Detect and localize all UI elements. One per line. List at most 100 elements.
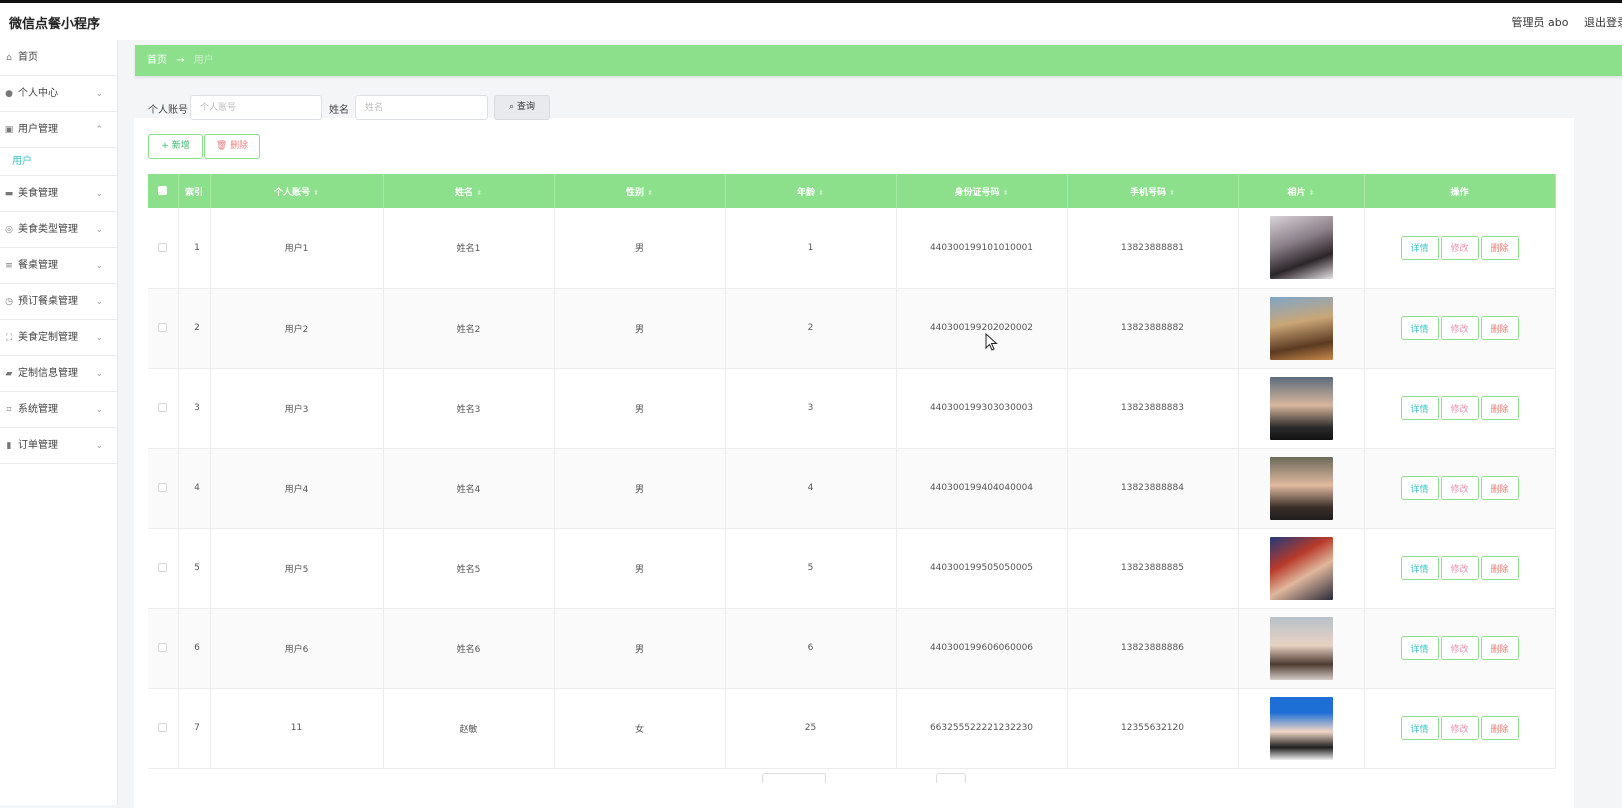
chat-icon: ▬	[4, 189, 14, 199]
column-header[interactable]: 年龄 ⬍	[725, 174, 897, 208]
edit-button[interactable]: 修改	[1440, 636, 1479, 660]
detail-button[interactable]: 详情	[1400, 316, 1439, 340]
row-checkbox[interactable]	[158, 483, 168, 492]
user-photo[interactable]	[1269, 536, 1333, 600]
row-checkbox[interactable]	[158, 403, 168, 412]
index-cell: 2	[178, 288, 211, 369]
account-search-input[interactable]	[190, 95, 322, 120]
detail-button[interactable]: 详情	[1400, 235, 1439, 260]
user-photo[interactable]	[1269, 456, 1333, 520]
detail-button[interactable]: 详情	[1400, 556, 1439, 580]
actions-cell: 详情 修改 删除	[1364, 208, 1556, 289]
sort-icon[interactable]: ⬍	[1169, 189, 1175, 197]
chevron-down-icon: ⌄	[95, 441, 103, 451]
bar-chart-icon: ▮	[6, 441, 12, 451]
sort-icon[interactable]: ⬍	[647, 189, 653, 197]
sidebar-item-tables[interactable]: ≡ 餐桌管理 ⌄	[0, 248, 117, 284]
delete-button[interactable]: 删除	[1480, 636, 1519, 660]
account-cell: 用户5	[210, 528, 384, 609]
sidebar-subitem-users[interactable]: 用户	[0, 148, 117, 176]
row-checkbox[interactable]	[158, 563, 168, 572]
sidebar-item-label: 订单管理	[18, 440, 58, 451]
sort-icon[interactable]: ⬍	[1003, 189, 1009, 197]
edit-button[interactable]: 修改	[1440, 316, 1479, 340]
column-header[interactable]: 相片 ⬍	[1238, 174, 1365, 208]
edit-button[interactable]: 修改	[1440, 396, 1479, 420]
column-header-label: 年龄	[797, 187, 816, 198]
edit-button[interactable]: 修改	[1440, 716, 1479, 740]
edit-button[interactable]: 修改	[1440, 476, 1479, 500]
user-photo[interactable]	[1269, 376, 1333, 440]
table-row: 6 用户6 姓名6 男 6 440300199606060006 13823888886 详情…	[148, 608, 1556, 689]
breadcrumb-home[interactable]: 首页	[147, 55, 167, 66]
delete-button[interactable]: 删除	[1480, 716, 1519, 740]
column-header[interactable]: 手机号码 ⬍	[1067, 174, 1239, 208]
delete-button[interactable]: 删除	[1480, 235, 1519, 260]
column-header[interactable]: 姓名 ⬍	[383, 174, 555, 208]
add-button[interactable]: + 新增	[148, 134, 203, 159]
detail-button[interactable]: 详情	[1400, 396, 1439, 420]
table-row: 2 用户2 姓名2 男 2 440300199202020002 13823888882 详情…	[148, 288, 1556, 369]
sort-icon[interactable]: ⬍	[818, 189, 824, 197]
user-photo[interactable]	[1269, 616, 1333, 680]
sidebar-item-custom-food[interactable]: ⛶ 美食定制管理 ⌄	[0, 320, 117, 356]
table-row: 7 11 赵敏女 25 663255522221232230 12355632120 详情修…	[148, 688, 1556, 769]
column-header[interactable]: 个人账号 ⬍	[210, 174, 384, 208]
page-size-select[interactable]	[762, 773, 826, 783]
batch-delete-button[interactable]: 🗑 删除	[204, 134, 260, 159]
table-row: 5 用户5 姓名5 男 5 440300199505050005 13823888885 详情…	[148, 528, 1556, 609]
sort-icon[interactable]: ⬍	[1309, 189, 1315, 197]
admin-user-label: 管理员 abo	[1511, 16, 1569, 29]
sidebar-item-reservations[interactable]: ◷ 预订餐桌管理 ⌄	[0, 284, 117, 320]
edit-button[interactable]: 修改	[1440, 556, 1479, 580]
column-header[interactable]: 性别 ⬍	[554, 174, 726, 208]
name-search-input[interactable]	[355, 95, 488, 120]
row-checkbox[interactable]	[158, 323, 168, 332]
sidebar-item-label: 系统管理	[18, 404, 58, 415]
id-card-cell: 440300199202020002	[896, 288, 1068, 369]
sidebar-item-profile[interactable]: ● 个人中心 ⌄	[0, 76, 117, 112]
query-button[interactable]: ⌕ 查询	[494, 95, 550, 120]
breadcrumb-current: 用户	[193, 55, 214, 66]
sort-icon[interactable]: ⬍	[476, 189, 482, 197]
sort-icon[interactable]: ⬍	[313, 189, 319, 197]
delete-button[interactable]: 删除	[1480, 556, 1519, 580]
column-header[interactable]: 身份证号码 ⬍	[896, 174, 1068, 208]
chevron-down-icon: ⌄	[95, 261, 103, 271]
sidebar-item-food-type[interactable]: ◎ 美食类型管理 ⌄	[0, 212, 117, 248]
user-photo[interactable]	[1269, 216, 1333, 280]
column-header-label: 性别	[626, 187, 645, 198]
row-checkbox[interactable]	[158, 242, 168, 252]
sidebar-item-label: 美食类型管理	[18, 224, 78, 235]
column-header-label: 操作	[1450, 187, 1469, 198]
sidebar-item-custom-info[interactable]: ▰ 定制信息管理 ⌄	[0, 356, 117, 392]
sidebar-item-system[interactable]: ⌗ 系统管理 ⌄	[0, 392, 117, 428]
delete-button[interactable]: 删除	[1480, 396, 1519, 420]
sidebar-item-food[interactable]: ▬ 美食管理 ⌄	[0, 176, 117, 212]
detail-button[interactable]: 详情	[1400, 636, 1439, 660]
detail-button[interactable]: 详情	[1400, 476, 1439, 500]
id-card-cell: 440300199606060006	[896, 608, 1068, 689]
sidebar-item-orders[interactable]: ▮ 订单管理 ⌄	[0, 428, 117, 464]
sidebar-item-label: 个人中心	[18, 88, 58, 99]
id-card-cell: 440300199505050005	[896, 528, 1068, 609]
phone-cell: 13823888881	[1067, 208, 1239, 289]
account-cell: 用户4	[210, 448, 384, 529]
page-jump-input[interactable]	[936, 773, 966, 783]
gender-cell: 女	[554, 688, 726, 769]
delete-button[interactable]: 删除	[1480, 316, 1519, 340]
sidebar-item-user-management[interactable]: ▣ 用户管理 ⌃	[0, 112, 117, 148]
app-title: 微信点餐小程序	[9, 17, 101, 32]
index-cell: 3	[178, 368, 211, 449]
edit-button[interactable]: 修改	[1440, 235, 1479, 260]
gender-cell: 男	[554, 528, 726, 609]
logout-link[interactable]: 退出登录	[1584, 16, 1622, 29]
row-checkbox[interactable]	[158, 643, 168, 652]
user-photo[interactable]	[1269, 296, 1333, 360]
user-photo[interactable]	[1269, 696, 1333, 760]
row-checkbox[interactable]	[158, 723, 168, 732]
delete-button[interactable]: 删除	[1480, 476, 1519, 500]
sidebar-item-home[interactable]: ⌂ 首页	[0, 40, 117, 76]
select-all-checkbox[interactable]	[158, 186, 168, 195]
detail-button[interactable]: 详情	[1400, 716, 1439, 740]
